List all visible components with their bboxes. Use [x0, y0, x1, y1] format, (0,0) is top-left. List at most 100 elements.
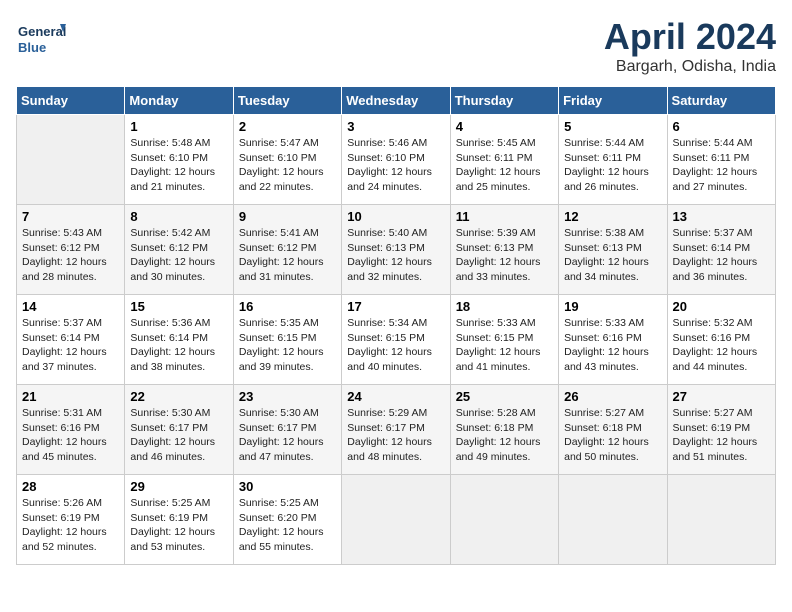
day-number: 20 — [673, 299, 770, 314]
day-number: 26 — [564, 389, 661, 404]
day-info: Sunrise: 5:30 AM Sunset: 6:17 PM Dayligh… — [130, 406, 227, 465]
calendar-cell — [342, 475, 450, 565]
calendar-week: 21Sunrise: 5:31 AM Sunset: 6:16 PM Dayli… — [17, 385, 776, 475]
day-info: Sunrise: 5:43 AM Sunset: 6:12 PM Dayligh… — [22, 226, 119, 285]
day-number: 3 — [347, 119, 444, 134]
day-info: Sunrise: 5:29 AM Sunset: 6:17 PM Dayligh… — [347, 406, 444, 465]
page-header: General Blue April 2024 Bargarh, Odisha,… — [16, 16, 776, 76]
day-info: Sunrise: 5:42 AM Sunset: 6:12 PM Dayligh… — [130, 226, 227, 285]
calendar-cell: 11Sunrise: 5:39 AM Sunset: 6:13 PM Dayli… — [450, 205, 558, 295]
calendar-cell: 28 Sunrise: 5:26 AM Sunset: 6:19 PM Dayli… — [17, 475, 125, 565]
day-number: 25 — [456, 389, 553, 404]
calendar-cell: 25 Sunrise: 5:28 AM Sunset: 6:18 PM Dayli… — [450, 385, 558, 475]
day-number: 7 — [22, 209, 119, 224]
dow-header: Wednesday — [342, 87, 450, 115]
day-number: 23 — [239, 389, 336, 404]
logo: General Blue — [16, 16, 66, 66]
day-number: 22 — [130, 389, 227, 404]
day-number: 15 — [130, 299, 227, 314]
location: Bargarh, Odisha, India — [604, 58, 776, 76]
day-info: Sunrise: 5:47 AM Sunset: 6:10 PM Dayligh… — [239, 136, 336, 195]
calendar-table: SundayMondayTuesdayWednesdayThursdayFrid… — [16, 86, 776, 565]
day-number: 28 — [22, 479, 119, 494]
day-info: Sunrise: 5:38 AM Sunset: 6:13 PM Dayligh… — [564, 226, 661, 285]
calendar-cell: 5 Sunrise: 5:44 AM Sunset: 6:11 PM Daylig… — [559, 115, 667, 205]
day-number: 30 — [239, 479, 336, 494]
calendar-cell: 23 Sunrise: 5:30 AM Sunset: 6:17 PM Dayli… — [233, 385, 341, 475]
day-info: Sunrise: 5:37 AM Sunset: 6:14 PM Dayligh… — [22, 316, 119, 375]
calendar-cell: 1 Sunrise: 5:48 AM Sunset: 6:10 PM Daylig… — [125, 115, 233, 205]
day-number: 12 — [564, 209, 661, 224]
calendar-week: 14 Sunrise: 5:37 AM Sunset: 6:14 PM Dayli… — [17, 295, 776, 385]
day-info: Sunrise: 5:28 AM Sunset: 6:18 PM Dayligh… — [456, 406, 553, 465]
calendar-cell — [450, 475, 558, 565]
day-info: Sunrise: 5:30 AM Sunset: 6:17 PM Dayligh… — [239, 406, 336, 465]
day-number: 29 — [130, 479, 227, 494]
calendar-cell: 12 Sunrise: 5:38 AM Sunset: 6:13 PM Dayli… — [559, 205, 667, 295]
day-number: 21 — [22, 389, 119, 404]
calendar-cell: 15Sunrise: 5:36 AM Sunset: 6:14 PM Dayli… — [125, 295, 233, 385]
dow-header: Friday — [559, 87, 667, 115]
day-number: 5 — [564, 119, 661, 134]
day-number: 2 — [239, 119, 336, 134]
day-info: Sunrise: 5:37 AM Sunset: 6:14 PM Dayligh… — [673, 226, 770, 285]
day-number: 13 — [673, 209, 770, 224]
dow-header: Tuesday — [233, 87, 341, 115]
day-info: Sunrise: 5:45 AM Sunset: 6:11 PM Dayligh… — [456, 136, 553, 195]
day-info: Sunrise: 5:27 AM Sunset: 6:18 PM Dayligh… — [564, 406, 661, 465]
day-info: Sunrise: 5:33 AM Sunset: 6:15 PM Dayligh… — [456, 316, 553, 375]
day-info: Sunrise: 5:33 AM Sunset: 6:16 PM Dayligh… — [564, 316, 661, 375]
calendar-cell: 19 Sunrise: 5:33 AM Sunset: 6:16 PM Dayli… — [559, 295, 667, 385]
day-info: Sunrise: 5:44 AM Sunset: 6:11 PM Dayligh… — [564, 136, 661, 195]
calendar-week: 1 Sunrise: 5:48 AM Sunset: 6:10 PM Daylig… — [17, 115, 776, 205]
dow-header: Sunday — [17, 87, 125, 115]
day-number: 18 — [456, 299, 553, 314]
day-info: Sunrise: 5:26 AM Sunset: 6:19 PM Dayligh… — [22, 496, 119, 555]
calendar-cell: 30Sunrise: 5:25 AM Sunset: 6:20 PM Dayli… — [233, 475, 341, 565]
calendar-cell: 16 Sunrise: 5:35 AM Sunset: 6:15 PM Dayli… — [233, 295, 341, 385]
calendar-cell: 6Sunrise: 5:44 AM Sunset: 6:11 PM Daylig… — [667, 115, 775, 205]
calendar-cell: 20Sunrise: 5:32 AM Sunset: 6:16 PM Dayli… — [667, 295, 775, 385]
calendar-cell — [559, 475, 667, 565]
day-number: 24 — [347, 389, 444, 404]
day-number: 1 — [130, 119, 227, 134]
logo-icon: General Blue — [16, 16, 66, 66]
day-number: 16 — [239, 299, 336, 314]
calendar-header: SundayMondayTuesdayWednesdayThursdayFrid… — [17, 87, 776, 115]
day-number: 10 — [347, 209, 444, 224]
calendar-cell — [667, 475, 775, 565]
day-number: 14 — [22, 299, 119, 314]
svg-text:General: General — [18, 24, 66, 39]
calendar-cell: 9 Sunrise: 5:41 AM Sunset: 6:12 PM Daylig… — [233, 205, 341, 295]
svg-text:Blue: Blue — [18, 40, 46, 55]
dow-header: Saturday — [667, 87, 775, 115]
calendar-cell: 4 Sunrise: 5:45 AM Sunset: 6:11 PM Daylig… — [450, 115, 558, 205]
day-info: Sunrise: 5:48 AM Sunset: 6:10 PM Dayligh… — [130, 136, 227, 195]
day-info: Sunrise: 5:25 AM Sunset: 6:19 PM Dayligh… — [130, 496, 227, 555]
calendar-week: 28 Sunrise: 5:26 AM Sunset: 6:19 PM Dayli… — [17, 475, 776, 565]
calendar-cell: 29 Sunrise: 5:25 AM Sunset: 6:19 PM Dayli… — [125, 475, 233, 565]
calendar-cell: 2 Sunrise: 5:47 AM Sunset: 6:10 PM Daylig… — [233, 115, 341, 205]
calendar-cell: 14 Sunrise: 5:37 AM Sunset: 6:14 PM Dayli… — [17, 295, 125, 385]
calendar-cell: 17Sunrise: 5:34 AM Sunset: 6:15 PM Dayli… — [342, 295, 450, 385]
day-number: 8 — [130, 209, 227, 224]
day-number: 11 — [456, 209, 553, 224]
day-number: 9 — [239, 209, 336, 224]
title-block: April 2024 Bargarh, Odisha, India — [604, 16, 776, 76]
day-number: 19 — [564, 299, 661, 314]
calendar-cell: 3Sunrise: 5:46 AM Sunset: 6:10 PM Daylig… — [342, 115, 450, 205]
dow-header: Thursday — [450, 87, 558, 115]
calendar-cell: 24 Sunrise: 5:29 AM Sunset: 6:17 PM Dayli… — [342, 385, 450, 475]
day-info: Sunrise: 5:35 AM Sunset: 6:15 PM Dayligh… — [239, 316, 336, 375]
calendar-cell: 26 Sunrise: 5:27 AM Sunset: 6:18 PM Dayli… — [559, 385, 667, 475]
day-info: Sunrise: 5:34 AM Sunset: 6:15 PM Dayligh… — [347, 316, 444, 375]
day-info: Sunrise: 5:41 AM Sunset: 6:12 PM Dayligh… — [239, 226, 336, 285]
day-number: 4 — [456, 119, 553, 134]
calendar-cell: 27Sunrise: 5:27 AM Sunset: 6:19 PM Dayli… — [667, 385, 775, 475]
calendar-cell: 13 Sunrise: 5:37 AM Sunset: 6:14 PM Dayli… — [667, 205, 775, 295]
calendar-cell — [17, 115, 125, 205]
calendar-cell: 21Sunrise: 5:31 AM Sunset: 6:16 PM Dayli… — [17, 385, 125, 475]
day-number: 6 — [673, 119, 770, 134]
calendar-cell: 7 Sunrise: 5:43 AM Sunset: 6:12 PM Daylig… — [17, 205, 125, 295]
calendar-cell: 10Sunrise: 5:40 AM Sunset: 6:13 PM Dayli… — [342, 205, 450, 295]
